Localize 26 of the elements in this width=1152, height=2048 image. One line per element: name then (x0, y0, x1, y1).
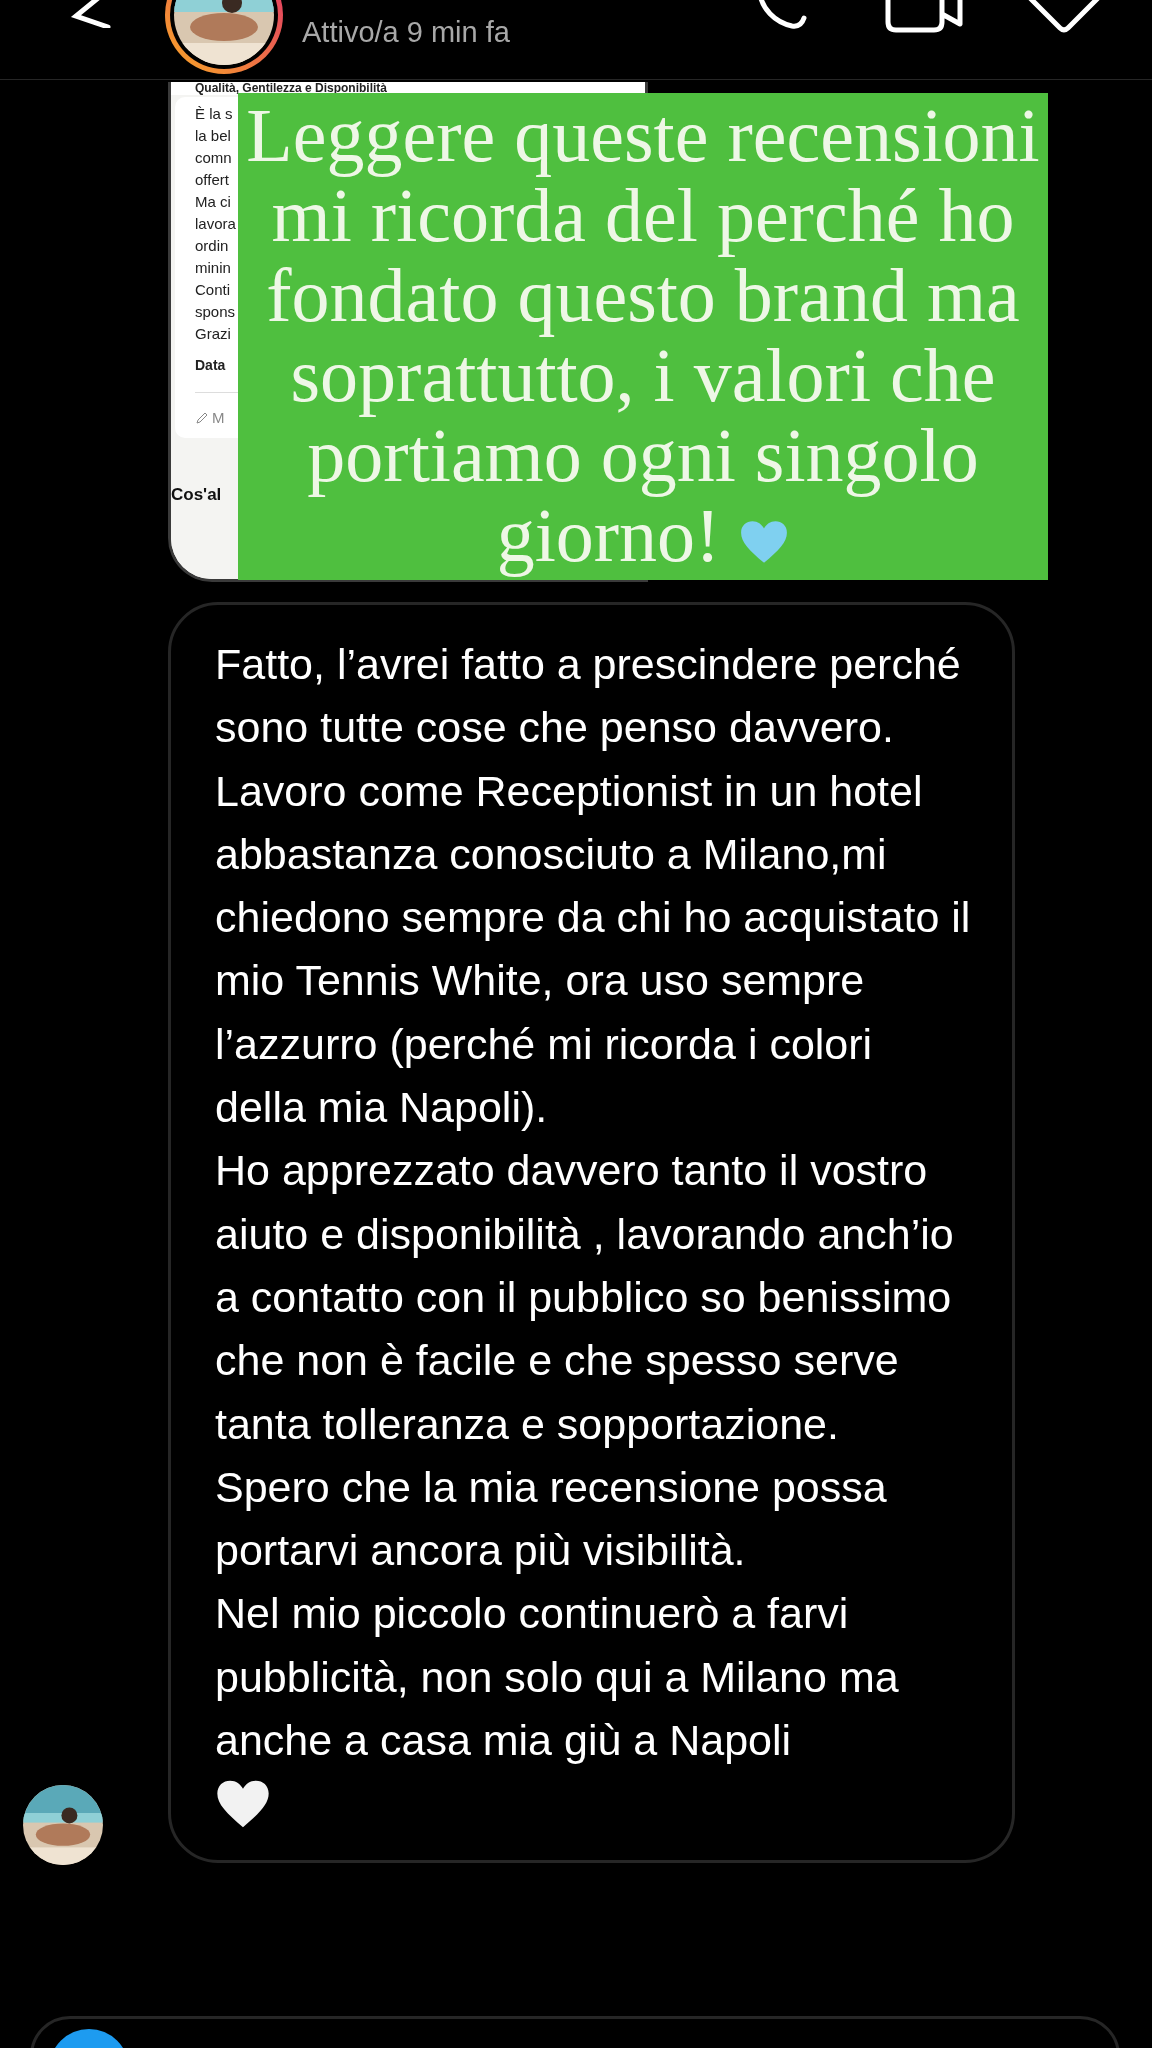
message-text: Lavoro come Receptionist in un hotel abbastanza conosciuto a Milano,mi chiedono sempre da chi ho acquistato il mio Tennis White, ora uso sempre l’azzurro (perché mi ricorda i colori della mia Napoli). (215, 765, 972, 1134)
review-text: minin (195, 258, 231, 278)
review-text: la bel (195, 126, 231, 146)
story-caption: Leggere queste recensioni mi ricorda del perché ho fondato questo brand ma soprattutto, i valori che portiamo ogni singolo giorno! (238, 93, 1048, 580)
review-text: ordin (195, 236, 229, 256)
review-text: Conti (195, 280, 231, 300)
message-text: Ho apprezzato davvero tanto il vostro aiuto e disponibilità , lavorando anch’io a contatto con il pubblico so benissimo che non è facile e che spesso serve tanta tolleranza e sopportazione. (215, 1145, 955, 1450)
review-text: Ma ci (195, 192, 231, 212)
review-text: È la s (195, 104, 233, 124)
review-text: offert (195, 170, 229, 190)
heart-icon (739, 519, 790, 565)
message-text: Nel mio piccolo continuerò a farvi pubblicità, non solo qui a Milano ma anche a casa mia giù a Napoli (215, 1588, 900, 1767)
review-text: Grazi (195, 324, 231, 344)
video-icon[interactable] (884, 0, 964, 34)
pencil-icon (195, 411, 209, 426)
message-text: Spero che la mia recensione possa portarvi ancora più visibilità. (215, 1461, 888, 1577)
edit-link[interactable]: M (212, 407, 225, 430)
review-section-title: Cos'al (171, 483, 222, 506)
review-date: Data (195, 356, 226, 375)
review-text: spons (195, 302, 236, 322)
review-title: Qualità, Gentilezza e Disponibilità (195, 82, 388, 95)
message-text: Fatto, l’avrei fatto a prescindere perché sono tutte cose che penso davvero. (215, 639, 962, 754)
review-text: lavora (195, 214, 236, 234)
review-text: comn (195, 148, 232, 168)
active-status: Attivo/a 9 min fa (302, 15, 510, 50)
back-icon[interactable] (68, 0, 112, 28)
